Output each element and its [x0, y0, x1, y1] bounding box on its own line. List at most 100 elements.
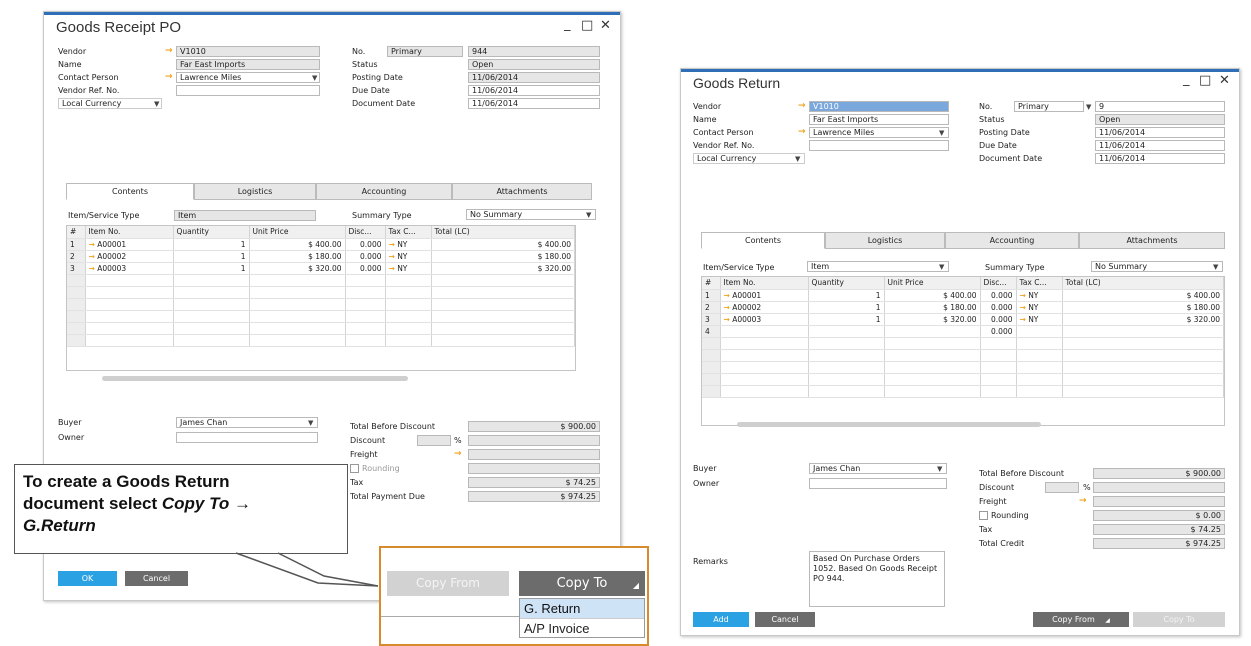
item-type-dropdown-icon[interactable]: ▼: [939, 263, 944, 271]
freight-link-arrow-icon[interactable]: →: [1079, 496, 1087, 506]
buyer-dropdown-icon[interactable]: ▼: [937, 465, 942, 473]
owner-field[interactable]: [176, 432, 318, 443]
item-type-select[interactable]: Item: [174, 210, 316, 221]
quantity-cell[interactable]: 1: [808, 289, 885, 302]
tab-attachments[interactable]: Attachments: [452, 183, 592, 200]
tax-code-cell[interactable]: [1016, 325, 1063, 338]
empty-row[interactable]: [67, 322, 575, 335]
discount-cell[interactable]: 0.000: [980, 313, 1017, 326]
copy-to-button[interactable]: Copy To: [1133, 612, 1225, 627]
copy-from-button[interactable]: Copy From ◢: [1033, 612, 1129, 627]
tax-code-cell[interactable]: → NY: [385, 238, 432, 251]
tax-field[interactable]: $ 74.25: [1093, 524, 1225, 535]
minimize-button[interactable]: _: [564, 17, 571, 32]
tax-link-arrow-icon[interactable]: →: [389, 252, 395, 261]
items-grid[interactable]: # Item No. Quantity Unit Price Disc... T…: [66, 225, 576, 371]
total-cell[interactable]: $ 400.00: [1062, 289, 1224, 302]
currency-select[interactable]: Local Currency: [58, 98, 162, 109]
rounding-checkbox[interactable]: [979, 511, 988, 520]
menu-item-g-return[interactable]: G. Return: [520, 599, 644, 618]
col-header-tax-code[interactable]: Tax C...: [1016, 277, 1063, 290]
grid-horizontal-scrollbar[interactable]: [737, 422, 1041, 427]
tab-accounting[interactable]: Accounting: [945, 232, 1079, 249]
ok-button[interactable]: OK: [58, 571, 117, 586]
due-date-field[interactable]: 11/06/2014: [1095, 140, 1225, 151]
item-type-select[interactable]: Item: [807, 261, 949, 272]
unit-price-cell[interactable]: [884, 325, 981, 338]
document-date-field[interactable]: 11/06/2014: [1095, 153, 1225, 164]
remarks-textarea[interactable]: Based On Purchase Orders 1052. Based On …: [809, 551, 945, 607]
item-link-arrow-icon[interactable]: →: [89, 264, 95, 273]
buyer-select[interactable]: James Chan: [176, 417, 318, 428]
col-header-discount[interactable]: Disc...: [345, 226, 386, 239]
quantity-cell[interactable]: 1: [173, 238, 250, 251]
currency-dropdown-icon[interactable]: ▼: [154, 100, 159, 108]
cancel-button[interactable]: Cancel: [125, 571, 188, 586]
vendor-field[interactable]: V1010: [176, 46, 320, 57]
vendor-ref-field[interactable]: [176, 85, 320, 96]
quantity-cell[interactable]: [808, 325, 885, 338]
owner-field[interactable]: [809, 478, 947, 489]
total-credit-field[interactable]: $ 974.25: [1093, 538, 1225, 549]
unit-price-cell[interactable]: $ 400.00: [249, 238, 346, 251]
empty-row[interactable]: [702, 373, 1224, 386]
close-button[interactable]: ✕: [1219, 73, 1230, 88]
contact-dropdown-icon[interactable]: ▼: [939, 129, 944, 137]
item-link-arrow-icon[interactable]: →: [89, 240, 95, 249]
rounding-field[interactable]: $ 0.00: [1093, 510, 1225, 521]
tax-link-arrow-icon[interactable]: →: [1020, 291, 1026, 300]
discount-cell[interactable]: 0.000: [345, 262, 386, 275]
quantity-cell[interactable]: 1: [173, 262, 250, 275]
contact-person-field[interactable]: Lawrence Miles: [809, 127, 949, 138]
document-date-field[interactable]: 11/06/2014: [468, 98, 600, 109]
summary-dropdown-icon[interactable]: ▼: [1213, 263, 1218, 271]
empty-row[interactable]: [702, 349, 1224, 362]
discount-cell[interactable]: 0.000: [345, 250, 386, 263]
col-header-quantity[interactable]: Quantity: [173, 226, 250, 239]
col-header-item-no[interactable]: Item No.: [85, 226, 174, 239]
table-row[interactable]: 2 → A00002 1 $ 180.00 0.000 → NY $ 180.0…: [67, 250, 575, 263]
posting-date-field[interactable]: 11/06/2014: [468, 72, 600, 83]
tab-logistics[interactable]: Logistics: [194, 183, 316, 200]
empty-row[interactable]: [67, 298, 575, 311]
total-cell[interactable]: $ 180.00: [1062, 301, 1224, 314]
item-link-arrow-icon[interactable]: →: [724, 291, 730, 300]
contact-dropdown-icon[interactable]: ▼: [312, 74, 317, 82]
total-cell[interactable]: [1062, 325, 1224, 338]
empty-row[interactable]: [67, 274, 575, 287]
discount-amount-field[interactable]: [468, 435, 600, 446]
unit-price-cell[interactable]: $ 400.00: [884, 289, 981, 302]
currency-select[interactable]: Local Currency: [693, 153, 805, 164]
discount-cell[interactable]: 0.000: [980, 325, 1017, 338]
col-header-item-no[interactable]: Item No.: [720, 277, 809, 290]
freight-link-arrow-icon[interactable]: →: [454, 449, 462, 459]
document-number-field[interactable]: 9: [1095, 101, 1225, 112]
maximize-button[interactable]: □: [1199, 73, 1211, 88]
total-cell[interactable]: $ 320.00: [1062, 313, 1224, 326]
item-no-cell[interactable]: [720, 325, 809, 338]
unit-price-cell[interactable]: $ 320.00: [884, 313, 981, 326]
unit-price-cell[interactable]: $ 180.00: [249, 250, 346, 263]
series-select[interactable]: Primary: [1014, 101, 1084, 112]
status-field[interactable]: Open: [468, 59, 600, 70]
col-header-discount[interactable]: Disc...: [980, 277, 1017, 290]
quantity-cell[interactable]: 1: [173, 250, 250, 263]
contact-link-arrow-icon[interactable]: →: [798, 127, 806, 137]
empty-row[interactable]: [702, 361, 1224, 374]
copy-to-button[interactable]: Copy To ◢: [519, 571, 645, 596]
items-grid[interactable]: # Item No. Quantity Unit Price Disc... T…: [701, 276, 1225, 426]
add-button[interactable]: Add: [693, 612, 749, 627]
cancel-button[interactable]: Cancel: [755, 612, 815, 627]
document-number-field[interactable]: 944: [468, 46, 600, 57]
series-select[interactable]: Primary: [387, 46, 463, 57]
buyer-select[interactable]: James Chan: [809, 463, 947, 474]
rounding-checkbox[interactable]: [350, 464, 359, 473]
posting-date-field[interactable]: 11/06/2014: [1095, 127, 1225, 138]
tab-logistics[interactable]: Logistics: [825, 232, 945, 249]
item-no-cell[interactable]: → A00003: [85, 262, 174, 275]
currency-dropdown-icon[interactable]: ▼: [795, 155, 800, 163]
tax-link-arrow-icon[interactable]: →: [1020, 315, 1026, 324]
vendor-field[interactable]: V1010: [809, 101, 949, 112]
discount-cell[interactable]: 0.000: [345, 238, 386, 251]
tax-link-arrow-icon[interactable]: →: [389, 240, 395, 249]
